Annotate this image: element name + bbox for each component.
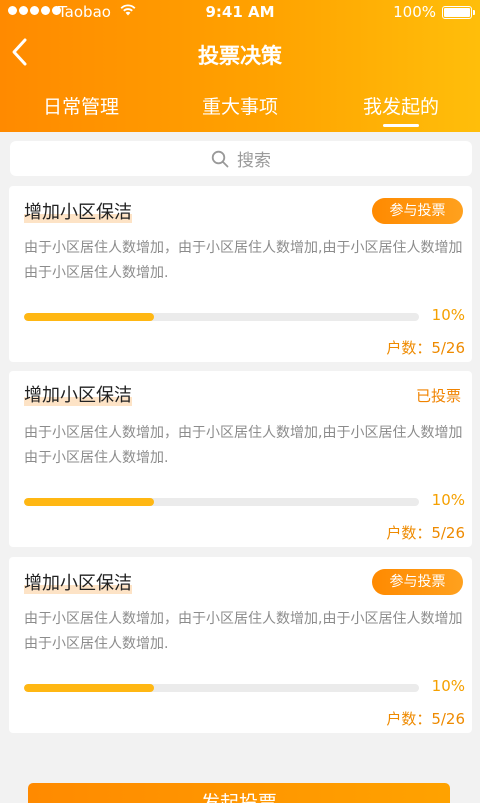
search-placeholder: 搜索 (237, 151, 271, 171)
join-vote-button[interactable]: 参与投票 (372, 569, 463, 595)
progress-percent: 10% (431, 677, 465, 695)
battery-icon (442, 6, 475, 19)
battery-percent: 100% (393, 3, 436, 21)
progress-fill (24, 313, 155, 321)
progress-percent: 10% (431, 306, 465, 324)
card-description: 由于小区居住人数增加，由于小区居住人数增加,由于小区居住人数增加由于小区居住人数… (24, 425, 463, 466)
tab-major-matters[interactable]: 重大事项 (170, 92, 310, 119)
progress-percent: 10% (431, 491, 465, 509)
households-count: 户数：5/26 (386, 339, 465, 357)
join-vote-button[interactable]: 参与投票 (372, 198, 463, 224)
card-title: 增加小区保洁 (24, 573, 132, 594)
status-bar: Taobao 9:41 AM 100% (0, 0, 480, 24)
active-tab-indicator (383, 124, 419, 127)
progress-bar (24, 684, 419, 692)
card-description: 由于小区居住人数增加，由于小区居住人数增加,由于小区居住人数增加由于小区居住人数… (24, 240, 463, 281)
tab-initiated-by-me[interactable]: 我发起的 (331, 92, 471, 127)
progress-bar (24, 313, 419, 321)
tab-label: 重大事项 (201, 96, 278, 118)
tab-label: 日常管理 (42, 96, 119, 118)
progress-fill (24, 498, 155, 506)
card-description: 由于小区居住人数增加，由于小区居住人数增加,由于小区居住人数增加由于小区居住人数… (24, 611, 463, 652)
households-count: 户数：5/26 (386, 524, 465, 542)
app-header: Taobao 9:41 AM 100% 投票决策 日常管理 重大事项 我发起的 (0, 0, 480, 132)
vote-card[interactable]: 增加小区保洁 参与投票 由于小区居住人数增加，由于小区居住人数增加,由于小区居住… (9, 557, 472, 733)
voted-status: 已投票 (415, 387, 461, 405)
search-icon (211, 150, 229, 167)
card-title: 增加小区保洁 (24, 385, 132, 406)
search-input[interactable]: 搜索 (10, 141, 472, 176)
vote-card[interactable]: 增加小区保洁 参与投票 由于小区居住人数增加，由于小区居住人数增加,由于小区居住… (9, 186, 472, 362)
tab-label: 我发起的 (362, 96, 439, 118)
progress-fill (24, 684, 155, 692)
tab-daily-management[interactable]: 日常管理 (11, 92, 151, 119)
households-count: 户数：5/26 (386, 710, 465, 728)
tab-bar: 日常管理 重大事项 我发起的 (0, 92, 480, 127)
card-title: 增加小区保洁 (24, 202, 132, 223)
initiate-vote-button[interactable]: 发起投票 (28, 783, 450, 803)
vote-card[interactable]: 增加小区保洁 已投票 由于小区居住人数增加，由于小区居住人数增加,由于小区居住人… (9, 371, 472, 547)
page-title: 投票决策 (198, 44, 282, 68)
progress-bar (24, 498, 419, 506)
